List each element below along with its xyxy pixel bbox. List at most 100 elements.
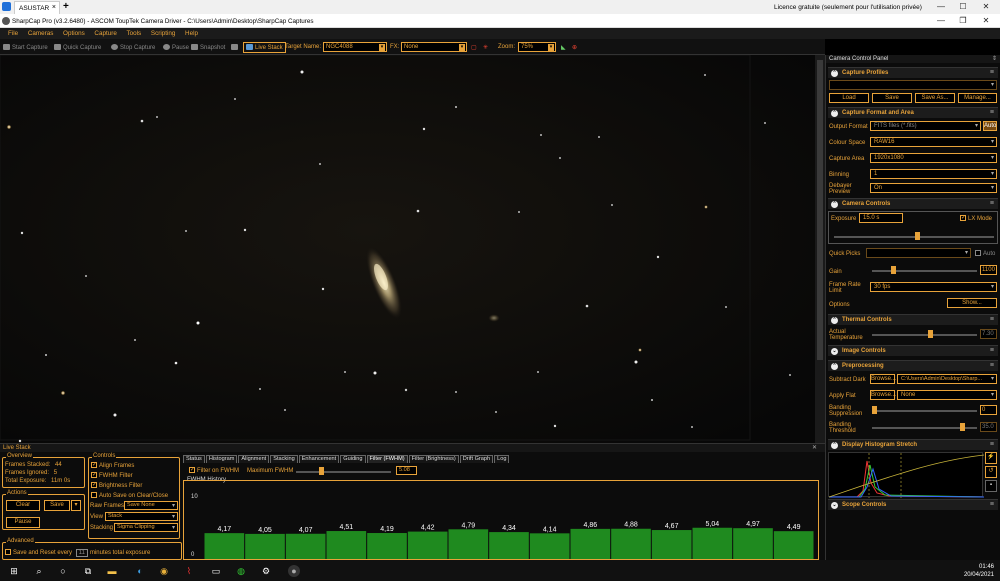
histogram-display[interactable] <box>828 452 985 498</box>
banding-suppression-input[interactable]: 0 <box>980 405 997 415</box>
window-close-icon[interactable]: ✕ <box>980 16 992 25</box>
pause-stack-button[interactable]: Pause <box>6 517 40 528</box>
menu-icon[interactable]: ≡ <box>990 200 994 207</box>
menu-icon[interactable]: ≡ <box>990 69 994 76</box>
save-profile-button[interactable]: Save <box>872 93 912 103</box>
pin-icon[interactable]: ⇕ <box>992 55 997 62</box>
app-graph-icon[interactable]: ⌇ <box>183 565 195 577</box>
brightness-filter-checkbox[interactable] <box>91 481 97 488</box>
section-camera-controls[interactable]: ⌃ Camera Controls ≡ <box>828 198 998 209</box>
reset-stretch-icon[interactable]: ↺ <box>985 466 997 478</box>
lx-mode-option[interactable]: LX Mode <box>960 214 992 222</box>
align-frames-option[interactable]: Align Frames <box>91 461 134 469</box>
section-preprocessing[interactable]: ⌃ Preprocessing ≡ <box>828 360 998 371</box>
gain-slider[interactable] <box>872 270 977 272</box>
edge-icon[interactable]: ◐ <box>134 565 146 577</box>
menu-icon[interactable]: ≡ <box>990 109 994 116</box>
menu-capture[interactable]: Capture <box>94 28 116 37</box>
live-stack-button[interactable]: Live Stack <box>243 42 286 53</box>
stacking-select[interactable]: Sigma Clipping ▾ <box>114 523 178 532</box>
snapshot-button[interactable]: Snapshot <box>191 44 225 51</box>
tab-histogram[interactable]: Histogram <box>205 455 238 463</box>
menu-icon[interactable]: ≡ <box>990 501 994 508</box>
tab-alignment[interactable]: Alignment <box>238 455 270 463</box>
tab-enhancement[interactable]: Enhancement <box>298 455 340 463</box>
tab-status[interactable]: Status <box>183 455 205 463</box>
exposure-slider[interactable] <box>834 236 994 238</box>
quick-capture-button[interactable]: Quick Capture <box>54 44 101 51</box>
manage-profiles-button[interactable]: Manage... <box>958 93 997 103</box>
sharpcap-taskbar-icon[interactable]: ● <box>288 565 300 577</box>
close-icon[interactable]: ✕ <box>980 2 992 11</box>
app-green-icon[interactable]: ◍ <box>235 565 247 577</box>
browse-dark-button[interactable]: Browse... <box>870 374 896 384</box>
view-select[interactable]: Stack ▾ <box>105 512 178 521</box>
colour-space-select[interactable]: RAW16 ▾ <box>870 137 997 147</box>
minimize-icon[interactable]: — <box>935 2 947 11</box>
capture-area-select[interactable]: 1920x1080 ▾ <box>870 153 997 163</box>
tab-guiding[interactable]: Guiding <box>340 455 366 463</box>
system-clock[interactable]: 01:46 20/04/2021 <box>964 563 994 579</box>
banding-suppression-thumb[interactable] <box>872 406 877 414</box>
banding-threshold-input[interactable]: 35.0 <box>980 422 997 432</box>
viewer-scrollbar[interactable] <box>815 55 825 443</box>
fx-crosshair-icon[interactable]: ✳ <box>483 44 488 51</box>
new-tab-button[interactable]: + <box>63 1 69 12</box>
show-options-button[interactable]: Show... <box>947 298 997 308</box>
stop-capture-button[interactable]: Stop Capture <box>111 44 155 51</box>
panel-close-icon[interactable]: ✕ <box>812 444 817 451</box>
close-tab-icon[interactable]: × <box>52 4 56 11</box>
pause-button[interactable]: Pause <box>163 44 189 51</box>
task-view-icon[interactable]: ⧉ <box>82 565 94 577</box>
scrollbar-thumb[interactable] <box>817 60 823 360</box>
save-button[interactable]: Save <box>44 500 70 511</box>
histogram-toggle-icon[interactable] <box>231 44 240 51</box>
settings-gear-icon[interactable]: ⚙ <box>260 565 272 577</box>
tab-filter-brightness[interactable]: Filter (Brightness) <box>408 455 459 463</box>
exposure-input[interactable]: 15.0 s <box>859 213 903 223</box>
profile-select[interactable]: ▾ <box>829 80 997 90</box>
zoom-select[interactable]: 75% ▾ <box>518 42 556 52</box>
section-histogram-stretch[interactable]: ⌃ Display Histogram Stretch ≡ <box>828 439 998 450</box>
cortana-icon[interactable]: ○ <box>57 565 69 577</box>
raw-frames-select[interactable]: Save None ▾ <box>124 501 178 510</box>
brightness-filter-option[interactable]: Brightness Filter <box>91 481 142 489</box>
menu-icon[interactable]: ≡ <box>990 441 994 448</box>
clear-button[interactable]: Clear <box>6 500 40 511</box>
max-fwhm-input[interactable]: 5.08 <box>396 466 417 475</box>
maximize-icon[interactable]: ☐ <box>957 2 969 11</box>
menu-help[interactable]: Help <box>185 28 198 37</box>
section-thermal-controls[interactable]: ⌃ Thermal Controls ≡ <box>828 314 998 325</box>
section-scope-controls[interactable]: ⌄ Scope Controls ≡ <box>828 499 998 510</box>
save-reset-checkbox[interactable] <box>5 549 11 555</box>
menu-file[interactable]: File <box>8 28 18 37</box>
menu-cameras[interactable]: Cameras <box>28 28 54 37</box>
chrome-icon[interactable]: ◉ <box>158 565 170 577</box>
fx-select[interactable]: None ▾ <box>401 42 467 52</box>
debayer-preview-select[interactable]: On ▾ <box>870 183 997 193</box>
browse-flat-button[interactable]: Browse... <box>870 390 896 400</box>
tab-stacking[interactable]: Stacking <box>270 455 298 463</box>
banding-threshold-thumb[interactable] <box>960 423 965 431</box>
filter-on-fwhm-option[interactable]: Filter on FWHMMaximum FWHM <box>189 466 293 474</box>
zoom-icon[interactable]: ⊕ <box>572 44 577 51</box>
start-capture-button[interactable]: Start Capture <box>3 44 48 51</box>
menu-tools[interactable]: Tools <box>127 28 142 37</box>
search-icon[interactable]: ⌕ <box>33 565 45 577</box>
session-tab[interactable]: ASUSTAR × <box>14 1 60 14</box>
output-format-select[interactable]: FITS files (*.fits) ▾ <box>870 121 981 131</box>
fwhm-filter-checkbox[interactable] <box>91 471 97 478</box>
lx-mode-checkbox[interactable] <box>960 214 966 221</box>
dark-path-select[interactable]: C:\Users\Admin\Desktop\Sharp... ▾ <box>897 374 997 384</box>
section-image-controls[interactable]: ⌄ Image Controls ≡ <box>828 345 998 356</box>
fx-square-icon[interactable]: ▢ <box>471 44 477 51</box>
file-explorer-icon[interactable]: ▬ <box>106 565 118 577</box>
frame-rate-select[interactable]: 30 fps ▾ <box>870 282 997 292</box>
max-fwhm-slider-thumb[interactable] <box>319 467 324 475</box>
target-name-input[interactable]: NGC4088 ▾ <box>323 42 387 52</box>
load-profile-button[interactable]: Load <box>829 93 869 103</box>
save-as-profile-button[interactable]: Save As... <box>915 93 955 103</box>
save-stretch-icon[interactable]: ▪ <box>985 480 997 492</box>
image-viewer[interactable] <box>0 55 825 443</box>
tab-log[interactable]: Log <box>494 455 510 463</box>
